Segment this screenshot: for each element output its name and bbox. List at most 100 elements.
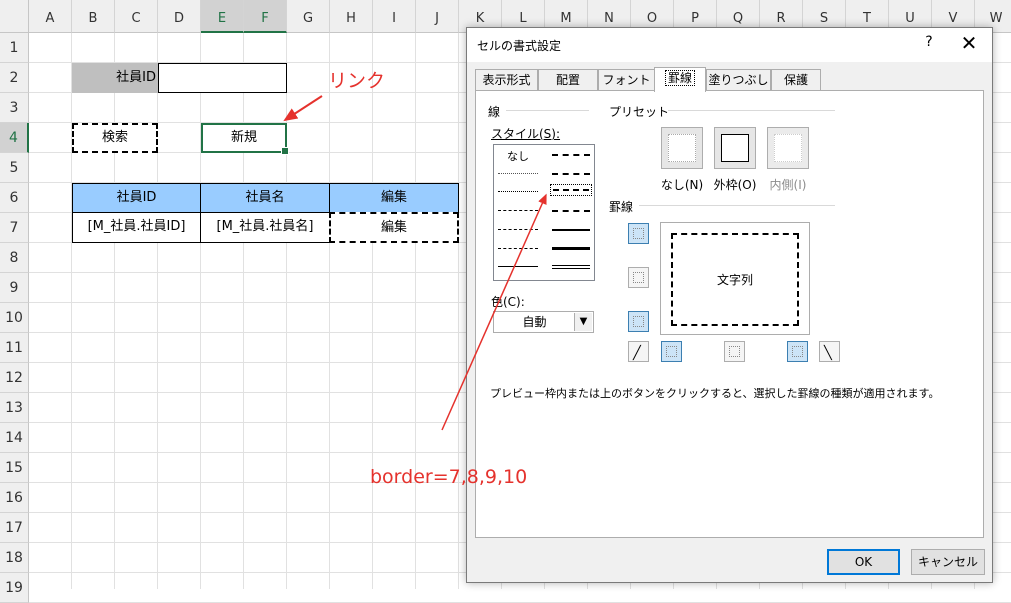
annotation-border-label: border=7,8,9,10 [370, 466, 528, 488]
preset-outline-label: 外枠(O) [713, 178, 757, 192]
preset-inside-button[interactable] [767, 127, 809, 169]
row-header-14[interactable]: 14 [0, 423, 29, 453]
row-header-5[interactable]: 5 [0, 153, 29, 183]
preset-outline-icon [721, 134, 749, 162]
column-header-j[interactable]: J [416, 0, 459, 33]
gridline-vertical [157, 33, 158, 589]
cancel-button[interactable]: キャンセル [911, 549, 985, 575]
employee-id-input[interactable] [158, 63, 287, 93]
line-style-thin[interactable] [498, 266, 538, 267]
column-header-a[interactable]: A [29, 0, 72, 33]
column-header-d[interactable]: D [158, 0, 201, 33]
column-header-g[interactable]: G [287, 0, 330, 33]
column-header-i[interactable]: I [373, 0, 416, 33]
preset-none-icon [668, 134, 696, 162]
line-style-dotted[interactable] [498, 191, 538, 192]
line-style-medium-dash-dot-dot[interactable] [552, 154, 590, 156]
row-header-17[interactable]: 17 [0, 513, 29, 543]
border-diagonal-down-button[interactable]: ╲ [819, 341, 840, 362]
row-header-7[interactable]: 7 [0, 213, 29, 243]
border-middle-vertical-button[interactable] [724, 341, 745, 362]
gridline-vertical [286, 33, 287, 589]
gridline-vertical [372, 33, 373, 589]
tab-number-format[interactable]: 表示形式 [475, 69, 538, 91]
line-style-none[interactable]: なし [507, 148, 529, 164]
select-all-corner[interactable] [0, 0, 29, 33]
line-style-medium-dash-dot-selected[interactable] [550, 184, 592, 196]
gridline-vertical [458, 33, 459, 589]
style-label: スタイル(S): [491, 127, 561, 141]
new-button[interactable]: 新規 [201, 123, 289, 155]
line-style-medium[interactable] [552, 229, 590, 231]
row-header-2[interactable]: 2 [0, 63, 29, 93]
line-style-medium-dashed[interactable] [552, 210, 590, 212]
tab-border[interactable]: 罫線 [654, 67, 706, 92]
gridline-vertical [243, 33, 244, 589]
tab-fill[interactable]: 塗りつぶし [706, 69, 771, 91]
row-header-3[interactable]: 3 [0, 93, 29, 123]
row-header-8[interactable]: 8 [0, 243, 29, 273]
row-header-1[interactable]: 1 [0, 33, 29, 63]
annotation-link-label: リンク [328, 70, 386, 92]
column-header-h[interactable]: H [330, 0, 373, 33]
row-header-16[interactable]: 16 [0, 483, 29, 513]
row-header-11[interactable]: 11 [0, 333, 29, 363]
border-tab-panel: 線 スタイル(S): なし 色(C): 自動 ▼ プリセット なし(N) 外枠(… [475, 90, 984, 538]
table-cell-edit-link[interactable]: 編集 [329, 212, 459, 243]
preset-none-button[interactable] [661, 127, 703, 169]
column-header-c[interactable]: C [115, 0, 158, 33]
row-header-10[interactable]: 10 [0, 303, 29, 333]
table-cell-employee-name: [M_社員.社員名] [200, 212, 330, 243]
border-preview[interactable]: 文字列 [660, 222, 810, 335]
line-style-double[interactable] [552, 265, 590, 269]
preset-inside-label: 内側(I) [769, 178, 807, 192]
border-diagonal-up-button[interactable]: ╱ [628, 341, 649, 362]
format-cells-dialog[interactable]: セルの書式設定 ? ✕ 表示形式 配置 フォント 罫線 塗りつぶし 保護 線 ス… [466, 27, 993, 583]
tab-protection[interactable]: 保護 [771, 69, 821, 91]
gridline-vertical [415, 33, 416, 589]
border-group-label: 罫線 [609, 200, 634, 214]
tab-alignment[interactable]: 配置 [538, 69, 598, 91]
border-right-button[interactable] [787, 341, 808, 362]
line-style-dashed[interactable] [498, 248, 538, 249]
close-icon[interactable]: ✕ [957, 31, 981, 55]
help-icon[interactable]: ? [919, 34, 939, 50]
chevron-down-icon[interactable]: ▼ [574, 313, 592, 331]
row-header-19[interactable]: 19 [0, 573, 29, 603]
line-style-thick[interactable] [552, 247, 590, 250]
border-top-button[interactable] [628, 223, 649, 244]
row-header-13[interactable]: 13 [0, 393, 29, 423]
column-header-f[interactable]: F [244, 0, 287, 33]
row-header-9[interactable]: 9 [0, 273, 29, 303]
search-button[interactable]: 検索 [72, 123, 158, 153]
column-header-e[interactable]: E [201, 0, 244, 33]
dialog-titlebar[interactable]: セルの書式設定 ? ✕ [467, 28, 992, 62]
border-group-separator [639, 205, 835, 206]
line-style-list[interactable]: なし [493, 144, 595, 281]
row-header-6[interactable]: 6 [0, 183, 29, 213]
color-select[interactable]: 自動 ▼ [493, 311, 594, 333]
row-header-12[interactable]: 12 [0, 363, 29, 393]
preset-inside-icon [774, 134, 802, 162]
line-style-dash-dot[interactable] [498, 229, 538, 230]
ok-button[interactable]: OK [827, 549, 900, 575]
row-header-4[interactable]: 4 [0, 123, 29, 153]
table-header-employee-id: 社員ID [72, 183, 201, 213]
border-left-button[interactable] [661, 341, 682, 362]
line-style-hair[interactable] [498, 173, 538, 174]
line-style-dash-dot-dot[interactable] [498, 210, 538, 211]
gridline-vertical [329, 33, 330, 589]
preset-outline-button[interactable] [714, 127, 756, 169]
dialog-title: セルの書式設定 [477, 39, 562, 53]
row-header-18[interactable]: 18 [0, 543, 29, 573]
border-bottom-button[interactable] [628, 311, 649, 332]
table-cell-employee-id: [M_社員.社員ID] [72, 212, 201, 243]
employee-id-label: 社員ID [72, 63, 158, 93]
table-header-edit: 編集 [329, 183, 459, 213]
row-header-15[interactable]: 15 [0, 453, 29, 483]
line-style-slant-dash-dot[interactable] [552, 173, 590, 175]
border-middle-horizontal-button[interactable] [628, 267, 649, 288]
gridline-vertical [114, 33, 115, 589]
column-header-b[interactable]: B [72, 0, 115, 33]
tab-font[interactable]: フォント [598, 69, 655, 91]
